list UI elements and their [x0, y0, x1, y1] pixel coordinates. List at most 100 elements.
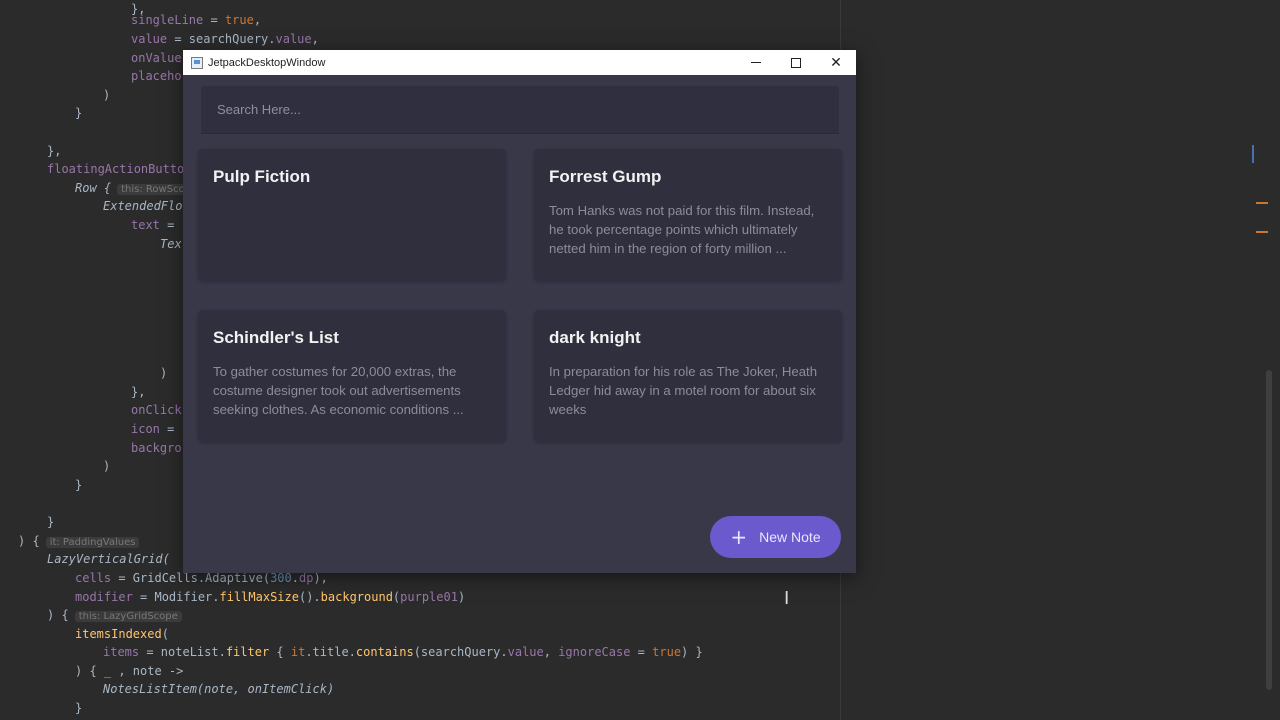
editor-scrollbar[interactable] [1266, 370, 1272, 690]
code-line: ) { _ , note -> [75, 662, 183, 680]
code-token: ( [161, 627, 169, 641]
note-body: To gather costumes for 20,000 extras, th… [213, 364, 464, 417]
code-line: modifier = Modifier.fillMaxSize().backgr… [75, 588, 465, 606]
code-token: value [507, 645, 544, 659]
app-window: JetpackDesktopWindow ✕ Pulp Fiction Forr… [183, 50, 856, 573]
code-token: Row { [75, 181, 112, 195]
code-token: }, [47, 144, 62, 158]
note-card[interactable]: Schindler's List To gather costumes for … [198, 310, 506, 442]
code-token: cells [75, 571, 112, 585]
new-note-button[interactable]: + New Note [710, 516, 841, 558]
code-line: NotesListItem(note, onItemClick) [103, 680, 334, 698]
code-line: singleLine = true, [131, 11, 261, 29]
code-token: true [224, 13, 254, 27]
window-titlebar[interactable]: JetpackDesktopWindow ✕ [183, 50, 856, 75]
code-token: icon [131, 422, 160, 436]
code-token: = [203, 13, 225, 27]
code-line: onValue [131, 49, 182, 67]
code-token: onClick [131, 403, 182, 417]
code-line: }, [47, 142, 61, 160]
code-token: = [159, 422, 175, 436]
code-token: , [543, 645, 559, 659]
search-input[interactable] [215, 101, 819, 118]
code-token: = noteList. [139, 645, 226, 659]
code-token: . [291, 571, 299, 585]
code-line: } [75, 104, 82, 122]
code-token: = [159, 218, 175, 232]
code-token: modifier [75, 590, 133, 604]
app-content: Pulp Fiction Forrest Gump Tom Hanks was … [183, 75, 856, 573]
code-token: ) [103, 459, 111, 473]
code-token: filter [225, 645, 270, 659]
code-token: true [652, 645, 682, 659]
code-token: , [253, 13, 262, 27]
code-token: ), [313, 571, 328, 585]
code-token: = searchQuery. [167, 32, 276, 46]
code-token: singleLine [131, 13, 204, 27]
code-token: purple01 [400, 590, 458, 604]
note-title: Forrest Gump [549, 167, 662, 186]
code-line: ) [160, 364, 167, 382]
code-line: Tex [160, 235, 182, 253]
code-token: ) { [18, 534, 40, 548]
code-line: placeho [131, 67, 182, 85]
code-token: } [75, 701, 83, 715]
code-token: ) [457, 590, 466, 604]
code-token: , [311, 32, 319, 46]
code-line: text = [131, 216, 174, 234]
code-line: ExtendedFlo [103, 197, 182, 215]
minimize-button[interactable] [736, 50, 776, 75]
code-token: .title. [305, 645, 356, 659]
code-line: LazyVerticalGrid( [47, 550, 170, 568]
note-card[interactable]: dark knight In preparation for his role … [534, 310, 842, 442]
note-title: dark knight [549, 328, 641, 347]
code-line: items = noteList.filter { it.title.conta… [103, 643, 703, 661]
code-line: } [47, 513, 54, 531]
note-title: Pulp Fiction [213, 167, 311, 186]
code-line: } [75, 699, 82, 717]
search-field[interactable] [201, 86, 839, 134]
code-token: } [47, 515, 55, 529]
code-token: NotesListItem(note, onItemClick) [103, 682, 335, 696]
code-token: }, [131, 385, 146, 399]
code-token: = GridCells.Adaptive( [111, 571, 271, 585]
code-token: (). [298, 590, 321, 604]
window-title: JetpackDesktopWindow [208, 56, 326, 69]
code-token: (searchQuery. [413, 645, 508, 659]
code-token: itemsIndexed [75, 627, 162, 641]
code-token: ) [103, 88, 111, 102]
error-stripe-marker [1256, 231, 1268, 233]
note-body: Tom Hanks was not paid for this film. In… [549, 203, 815, 256]
code-token: } [75, 106, 83, 120]
note-card[interactable]: Forrest Gump Tom Hanks was not paid for … [534, 149, 842, 281]
code-line: icon = [131, 420, 174, 438]
code-token: dp [299, 571, 314, 585]
code-token: ) [160, 366, 168, 380]
inlay-hint: this: LazyGridScope [74, 611, 182, 622]
code-line: backgro [131, 439, 182, 457]
inlay-hint: it: PaddingValues [45, 537, 140, 548]
code-token: fillMaxSize [219, 590, 299, 604]
code-token: Tex [160, 237, 182, 251]
maximize-button[interactable] [776, 50, 816, 75]
code-token: onValue [131, 51, 182, 65]
code-token: placeho [131, 69, 182, 83]
code-token: value [275, 32, 312, 46]
code-token: text [131, 218, 160, 232]
code-token: ignoreCase [558, 645, 631, 659]
close-button[interactable]: ✕ [816, 50, 856, 75]
app-icon [191, 56, 203, 69]
inlay-hint: this: RowSco [117, 184, 189, 195]
code-line: floatingActionButto [47, 160, 184, 178]
code-token: = [630, 645, 653, 659]
code-token: backgro [131, 441, 182, 455]
code-line: ) [103, 86, 110, 104]
code-token: = Modifier. [132, 590, 220, 604]
code-line: } [75, 476, 82, 494]
new-note-label: New Note [759, 529, 821, 545]
code-line: ) {this: LazyGridScope [47, 606, 182, 624]
code-token: background [320, 590, 393, 604]
window-controls: ✕ [736, 50, 856, 75]
code-line: itemsIndexed( [75, 625, 169, 643]
note-card[interactable]: Pulp Fiction [198, 149, 506, 281]
